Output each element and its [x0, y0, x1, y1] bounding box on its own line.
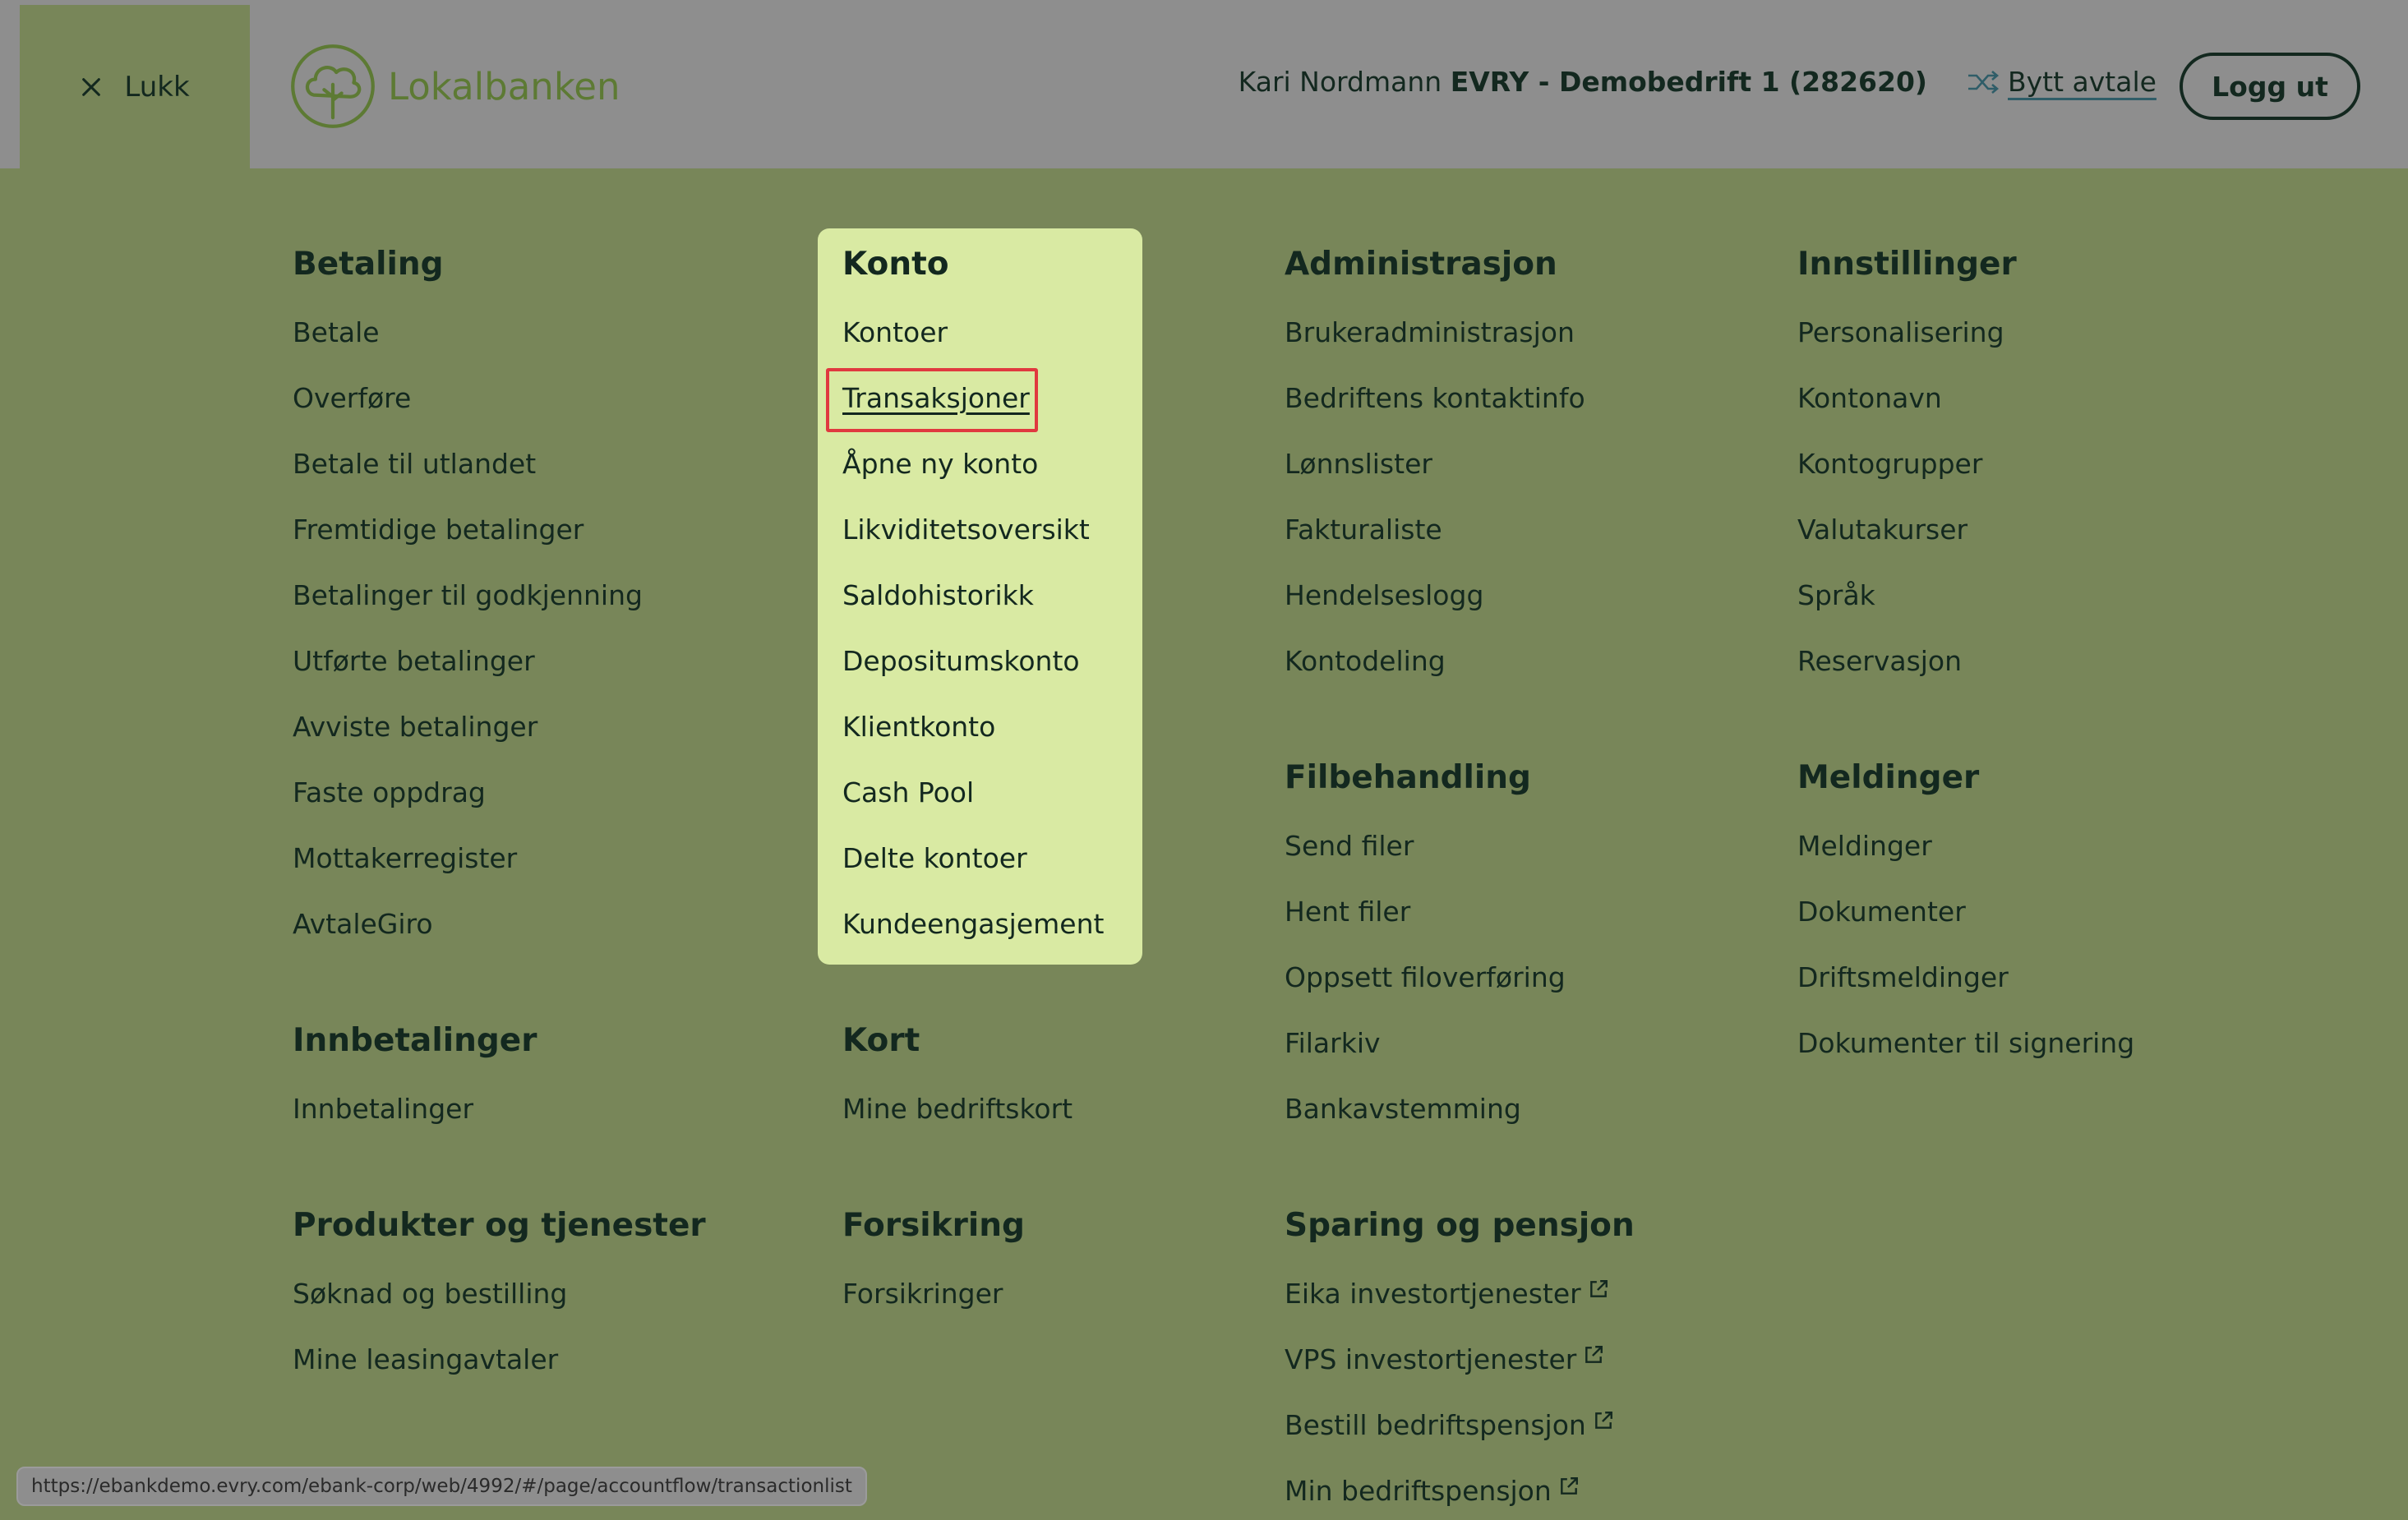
- menu-item-dokumenter[interactable]: Dokumenter: [1797, 894, 1966, 930]
- external-link-icon: [1560, 1477, 1578, 1495]
- section-produkter: Produkter og tjenester Søknad og bestill…: [293, 1205, 706, 1375]
- section-title: Konto: [842, 246, 949, 283]
- menu-item-likviditetsoversikt[interactable]: Likviditetsoversikt: [842, 512, 1090, 548]
- menu-item-brukeradministrasjon[interactable]: Brukeradministrasjon: [1285, 315, 1575, 351]
- menu-item-delte-kontoer[interactable]: Delte kontoer: [842, 841, 1027, 877]
- external-link-icon: [1589, 1280, 1608, 1297]
- menu-item-kontoer[interactable]: Kontoer: [842, 315, 948, 351]
- section-innbetalinger: Innbetalinger Innbetalinger: [293, 1020, 537, 1125]
- menu-item-betalinger-godkjenning[interactable]: Betalinger til godkjenning: [293, 578, 643, 614]
- menu-item-depositumskonto[interactable]: Depositumskonto: [842, 643, 1080, 679]
- menu-item-meldinger[interactable]: Meldinger: [1797, 828, 1932, 864]
- section-sparing: Sparing og pensjon Eika investortjeneste…: [1285, 1205, 1635, 1507]
- menu-item-personalisering[interactable]: Personalisering: [1797, 315, 2004, 351]
- tree-logo-icon: [291, 44, 375, 128]
- section-forsikring: Forsikring Forsikringer: [842, 1205, 1025, 1310]
- close-label: Lukk: [124, 70, 190, 104]
- menu-item-hent-filer[interactable]: Hent filer: [1285, 894, 1410, 930]
- menu-item-bestill-bedriftspensjon[interactable]: Bestill bedriftspensjon: [1285, 1407, 1614, 1444]
- menu-item-avtalegiro[interactable]: AvtaleGiro: [293, 906, 433, 942]
- section-innstillinger: Innstillinger Personalisering Kontonavn …: [1797, 244, 2017, 677]
- menu-item-avviste-betalinger[interactable]: Avviste betalinger: [293, 709, 537, 745]
- section-title: Forsikring: [842, 1207, 1025, 1244]
- section-title: Innstillinger: [1797, 246, 2017, 283]
- menu-item-label: VPS investortjenester: [1285, 1343, 1577, 1375]
- menu-item-lonnslister[interactable]: Lønnslister: [1285, 446, 1432, 482]
- section-title: Kort: [842, 1022, 920, 1059]
- menu-item-faste-oppdrag[interactable]: Faste oppdrag: [293, 775, 486, 811]
- section-kort: Kort Mine bedriftskort: [842, 1020, 1073, 1125]
- section-meldinger: Meldinger Meldinger Dokumenter Driftsmel…: [1797, 758, 2134, 1059]
- menu-item-min-bedriftspensjon[interactable]: Min bedriftspensjon: [1285, 1473, 1580, 1509]
- menu-item-fremtidige-betalinger[interactable]: Fremtidige betalinger: [293, 512, 584, 548]
- menu-item-overfore[interactable]: Overføre: [293, 380, 411, 417]
- section-title: Produkter og tjenester: [293, 1207, 706, 1244]
- menu-item-soknad-bestilling[interactable]: Søknad og bestilling: [293, 1276, 567, 1312]
- menu-item-mottakerregister[interactable]: Mottakerregister: [293, 841, 517, 877]
- menu-item-bankavstemming[interactable]: Bankavstemming: [1285, 1091, 1521, 1127]
- menu-item-driftsmeldinger[interactable]: Driftsmeldinger: [1797, 960, 2009, 996]
- menu-item-dokumenter-signering[interactable]: Dokumenter til signering: [1797, 1025, 2134, 1062]
- menu-item-vps-investortjenester[interactable]: VPS investortjenester: [1285, 1342, 1604, 1378]
- menu-item-label: Bestill bedriftspensjon: [1285, 1409, 1586, 1441]
- menu-item-kundeengasjement[interactable]: Kundeengasjement: [842, 906, 1104, 942]
- selection-highlight-box: [826, 368, 1038, 432]
- section-title: Sparing og pensjon: [1285, 1207, 1635, 1244]
- menu-item-klientkonto[interactable]: Klientkonto: [842, 709, 995, 745]
- close-menu-button[interactable]: Lukk: [20, 5, 250, 168]
- menu-item-kontonavn[interactable]: Kontonavn: [1797, 380, 1942, 417]
- close-icon: [82, 77, 101, 96]
- menu-item-fakturaliste[interactable]: Fakturaliste: [1285, 512, 1442, 548]
- menu-item-reservasjon[interactable]: Reservasjon: [1797, 643, 1962, 679]
- menu-item-filarkiv[interactable]: Filarkiv: [1285, 1025, 1381, 1062]
- bank-logo[interactable]: Lokalbanken: [289, 43, 620, 130]
- menu-item-sprak[interactable]: Språk: [1797, 578, 1875, 614]
- menu-item-kontogrupper[interactable]: Kontogrupper: [1797, 446, 1982, 482]
- menu-item-eika-investortjenester[interactable]: Eika investortjenester: [1285, 1276, 1609, 1312]
- switch-agreement-label: Bytt avtale: [2008, 66, 2157, 98]
- section-title: Administrasjon: [1285, 246, 1557, 283]
- menu-item-utforte-betalinger[interactable]: Utførte betalinger: [293, 643, 535, 679]
- section-betaling: Betaling Betale Overføre Betale til utla…: [293, 244, 643, 940]
- menu-item-betale-utlandet[interactable]: Betale til utlandet: [293, 446, 536, 482]
- menu-item-kontaktinfo[interactable]: Bedriftens kontaktinfo: [1285, 380, 1585, 417]
- section-administrasjon: Administrasjon Brukeradministrasjon Bedr…: [1285, 244, 1585, 677]
- external-link-icon: [1594, 1412, 1612, 1429]
- menu-item-forsikringer[interactable]: Forsikringer: [842, 1276, 1003, 1312]
- menu-item-kontodeling[interactable]: Kontodeling: [1285, 643, 1446, 679]
- user-name: Kari Nordmann: [1238, 66, 1442, 98]
- section-title: Innbetalinger: [293, 1022, 537, 1059]
- menu-item-label: Min bedriftspensjon: [1285, 1475, 1552, 1507]
- section-filbehandling: Filbehandling Send filer Hent filer Opps…: [1285, 758, 1566, 1125]
- menu-item-innbetalinger[interactable]: Innbetalinger: [293, 1091, 473, 1127]
- section-title: Betaling: [293, 246, 444, 283]
- menu-item-send-filer[interactable]: Send filer: [1285, 828, 1414, 864]
- company-name: EVRY - Demobedrift 1 (282620): [1450, 66, 1927, 98]
- menu-item-betale[interactable]: Betale: [293, 315, 380, 351]
- menu-item-oppsett-filoverforing[interactable]: Oppsett filoverføring: [1285, 960, 1566, 996]
- menu-item-saldohistorikk[interactable]: Saldohistorikk: [842, 578, 1034, 614]
- shuffle-icon: [1968, 70, 2000, 94]
- menu-item-apne-ny-konto[interactable]: Åpne ny konto: [842, 446, 1038, 482]
- section-title: Meldinger: [1797, 759, 1980, 796]
- menu-item-hendelseslogg[interactable]: Hendelseslogg: [1285, 578, 1483, 614]
- user-info: Kari Nordmann EVRY - Demobedrift 1 (2826…: [1239, 66, 1927, 98]
- menu-item-label: Eika investortjenester: [1285, 1278, 1581, 1310]
- external-link-icon: [1585, 1346, 1603, 1363]
- menu-item-bedriftskort[interactable]: Mine bedriftskort: [842, 1091, 1073, 1127]
- menu-item-cash-pool[interactable]: Cash Pool: [842, 775, 974, 811]
- switch-agreement-link[interactable]: Bytt avtale: [1967, 66, 2157, 98]
- status-bar-url: https://ebankdemo.evry.com/ebank-corp/we…: [16, 1467, 867, 1506]
- menu-item-valutakurser[interactable]: Valutakurser: [1797, 512, 1967, 548]
- section-title: Filbehandling: [1285, 759, 1531, 796]
- logout-button[interactable]: Logg ut: [2180, 53, 2360, 120]
- section-konto: Konto Kontoer Transaksjoner Åpne ny kont…: [842, 244, 1104, 940]
- menu-item-leasingavtaler[interactable]: Mine leasingavtaler: [293, 1342, 558, 1378]
- logo-text: Lokalbanken: [388, 64, 620, 108]
